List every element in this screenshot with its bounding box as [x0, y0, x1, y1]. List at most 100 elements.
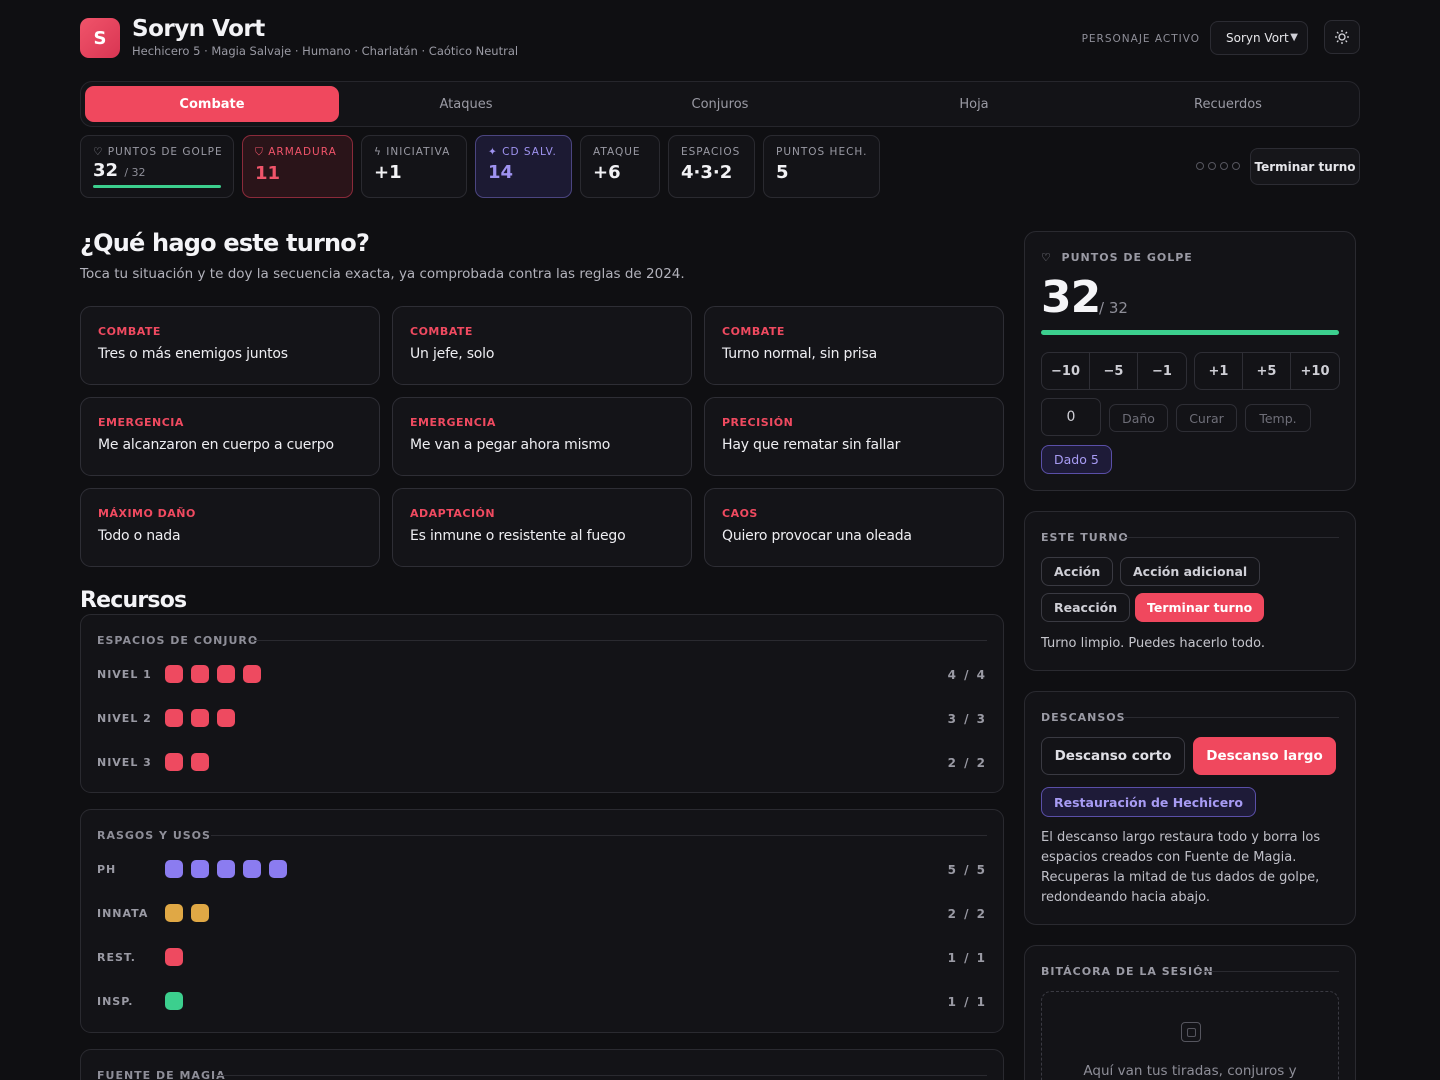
reaction-chip[interactable]: Reacción — [1041, 593, 1131, 622]
sorcerer-restoration-button[interactable]: Restauración de Hechicero — [1041, 787, 1256, 817]
stat-hp-max: / 32 — [124, 166, 146, 179]
hp-amount-input[interactable]: 0 — [1041, 398, 1101, 436]
resource-pip[interactable] — [217, 709, 235, 727]
resource-count: 1 / 1 — [947, 951, 987, 965]
turn-status-note: Turno limpio. Puedes hacerlo todo. — [1041, 636, 1265, 651]
situation-card[interactable]: COMBATE Tres o más enemigos juntos — [80, 306, 380, 385]
situation-card[interactable]: CAOS Quiero provocar una oleada — [704, 488, 1004, 567]
hp-minus-1-button[interactable]: −1 — [1138, 353, 1186, 389]
stat-hp: ♡ PUNTOS DE GOLPE 32 / 32 — [80, 135, 234, 198]
hp-card-title: PUNTOS DE GOLPE — [1061, 251, 1193, 264]
bolt-icon: ϟ — [374, 146, 387, 158]
bonus-action-chip[interactable]: Acción adicional — [1120, 557, 1261, 586]
resource-row: PH 5 / 5 — [97, 860, 987, 880]
resource-pip[interactable] — [165, 709, 183, 727]
hp-plus-10-button[interactable]: +10 — [1291, 353, 1339, 389]
hp-minus-10-button[interactable]: −10 — [1042, 353, 1090, 389]
turn-dot — [1220, 162, 1228, 170]
tab-conjuros[interactable]: Conjuros — [593, 86, 847, 122]
this-turn-card: ESTE TURNO Acción Acción adicional Reacc… — [1024, 511, 1356, 671]
resource-pips — [165, 904, 209, 922]
resource-row: INSP. 1 / 1 — [97, 992, 987, 1012]
situation-text: Todo o nada — [98, 528, 181, 544]
damage-button[interactable]: Daño — [1109, 404, 1168, 432]
situation-card[interactable]: COMBATE Un jefe, solo — [392, 306, 692, 385]
situation-card[interactable]: MÁXIMO DAÑO Todo o nada — [80, 488, 380, 567]
resource-pip[interactable] — [165, 992, 183, 1010]
resource-pip[interactable] — [165, 860, 183, 878]
stat-sorcery-points: PUNTOS HECH. 5 — [763, 135, 880, 198]
header: S Soryn Vort Hechicero 5 · Magia Salvaje… — [80, 16, 1360, 62]
long-rest-button[interactable]: Descanso largo — [1193, 737, 1336, 775]
resource-pip[interactable] — [269, 860, 287, 878]
divider — [1123, 717, 1339, 718]
hp-plus-1-button[interactable]: +1 — [1195, 353, 1243, 389]
session-log-card: BITÁCORA DE LA SESIÓN Aquí van tus tirad… — [1024, 945, 1356, 1080]
resource-pip[interactable] — [191, 709, 209, 727]
heal-button[interactable]: Curar — [1176, 404, 1237, 432]
resource-row: NIVEL 3 2 / 2 — [97, 753, 987, 773]
situation-text: Hay que rematar sin fallar — [722, 437, 901, 453]
action-chip[interactable]: Acción — [1041, 557, 1114, 586]
divider — [1121, 537, 1339, 538]
divider — [251, 640, 987, 641]
end-turn-button[interactable]: Terminar turno — [1250, 148, 1360, 185]
resource-count: 2 / 2 — [947, 907, 987, 921]
character-select[interactable]: Soryn Vort ▼ — [1210, 21, 1308, 55]
situation-card[interactable]: COMBATE Turno normal, sin prisa — [704, 306, 1004, 385]
resource-pip[interactable] — [217, 860, 235, 878]
tab-ataques[interactable]: Ataques — [339, 86, 593, 122]
hp-card: ♡ PUNTOS DE GOLPE 32 / 32 −10 −5 −1 +1 +… — [1024, 231, 1356, 491]
stat-sorcery-value: 5 — [776, 162, 789, 183]
hp-minus-5-button[interactable]: −5 — [1090, 353, 1138, 389]
resource-pip[interactable] — [165, 948, 183, 966]
stat-initiative-value: +1 — [374, 162, 402, 183]
traits-panel: RASGOS Y USOS PH 5 / 5 INNATA 2 / 2 REST… — [80, 809, 1004, 1033]
situation-text: Turno normal, sin prisa — [722, 346, 877, 362]
resource-pip[interactable] — [191, 904, 209, 922]
resource-pip[interactable] — [191, 860, 209, 878]
resource-pips — [165, 665, 261, 683]
spell-slots-panel: ESPACIOS DE CONJURO NIVEL 1 4 / 4 NIVEL … — [80, 614, 1004, 793]
resource-count: 4 / 4 — [947, 668, 987, 682]
theme-toggle-button[interactable] — [1324, 20, 1360, 54]
resource-pip[interactable] — [191, 753, 209, 771]
tab-hoja[interactable]: Hoja — [847, 86, 1101, 122]
situation-card[interactable]: ADAPTACIÓN Es inmune o resistente al fue… — [392, 488, 692, 567]
tab-combate[interactable]: Combate — [85, 86, 339, 122]
resource-pip[interactable] — [191, 665, 209, 683]
turn-dots — [1196, 162, 1240, 170]
stat-save-dc: ✦ CD SALV. 14 — [475, 135, 572, 198]
situation-card[interactable]: EMERGENCIA Me alcanzaron en cuerpo a cue… — [80, 397, 380, 476]
resource-pip[interactable] — [243, 860, 261, 878]
situation-text: Quiero provocar una oleada — [722, 528, 912, 544]
resource-pip[interactable] — [243, 665, 261, 683]
session-log-empty-text: Aquí van tus tiradas, conjuros y — [1083, 1063, 1297, 1079]
resource-row: REST. 1 / 1 — [97, 948, 987, 968]
resource-pip[interactable] — [217, 665, 235, 683]
hp-max: / 32 — [1099, 299, 1128, 317]
situation-category: COMBATE — [722, 325, 785, 338]
resource-row: NIVEL 1 4 / 4 — [97, 665, 987, 685]
resource-pips — [165, 948, 183, 966]
situation-card[interactable]: PRECISIÓN Hay que rematar sin fallar — [704, 397, 1004, 476]
tab-recuerdos[interactable]: Recuerdos — [1101, 86, 1355, 122]
hp-plus-5-button[interactable]: +5 — [1243, 353, 1291, 389]
resource-label: NIVEL 2 — [97, 712, 152, 725]
end-turn-chip[interactable]: Terminar turno — [1135, 593, 1265, 622]
resource-pip[interactable] — [165, 665, 183, 683]
magic-source-panel: FUENTE DE MAGIA — [80, 1049, 1004, 1080]
resource-pip[interactable] — [165, 753, 183, 771]
divider — [1197, 971, 1339, 972]
situation-category: EMERGENCIA — [410, 416, 496, 429]
resource-pips — [165, 860, 287, 878]
resource-pip[interactable] — [165, 904, 183, 922]
temp-hp-button[interactable]: Temp. — [1245, 404, 1311, 432]
short-rest-button[interactable]: Descanso corto — [1041, 737, 1185, 775]
situation-card[interactable]: EMERGENCIA Me van a pegar ahora mismo — [392, 397, 692, 476]
resource-count: 1 / 1 — [947, 995, 987, 1009]
app-logo: S — [80, 18, 120, 58]
hit-die-button[interactable]: Dado 5 — [1041, 445, 1112, 474]
magic-source-title: FUENTE DE MAGIA — [97, 1069, 226, 1080]
rests-title: DESCANSOS — [1041, 711, 1126, 724]
